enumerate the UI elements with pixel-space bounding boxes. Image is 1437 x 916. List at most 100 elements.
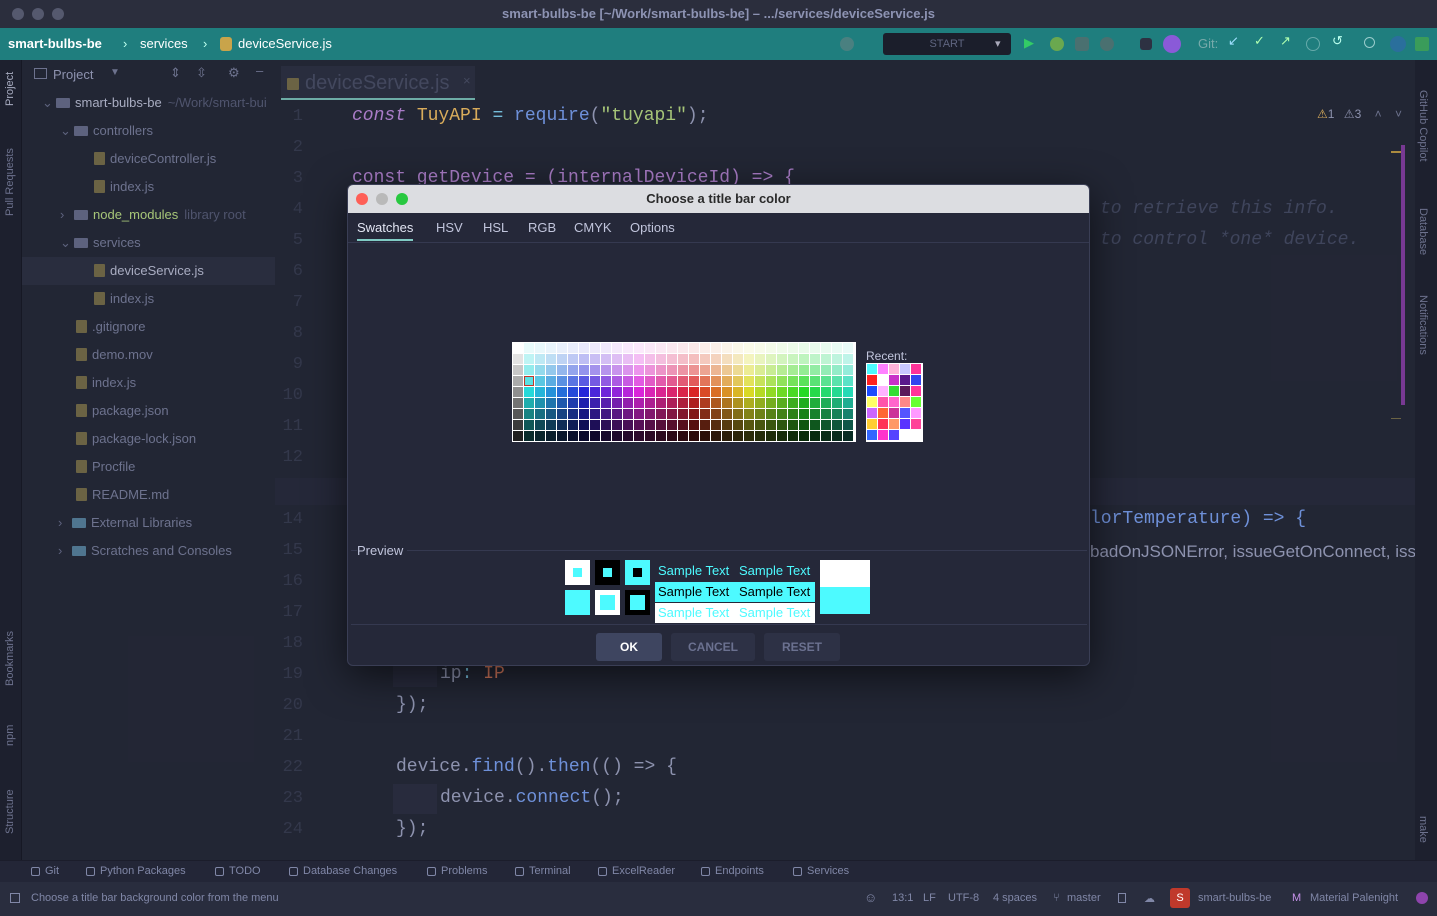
color-swatch[interactable]: [700, 376, 710, 386]
close-window-button[interactable]: [12, 8, 24, 20]
color-swatch[interactable]: [755, 365, 765, 375]
color-swatch[interactable]: [601, 365, 611, 375]
color-swatch[interactable]: [524, 343, 534, 353]
color-swatch[interactable]: [777, 431, 787, 441]
avatar[interactable]: [1163, 35, 1181, 53]
color-swatch[interactable]: [612, 420, 622, 430]
color-swatch[interactable]: [766, 376, 776, 386]
color-swatch[interactable]: [667, 387, 677, 397]
color-swatch[interactable]: [579, 376, 589, 386]
profile-icon[interactable]: [1100, 37, 1114, 51]
recent-color-swatch[interactable]: [889, 364, 899, 374]
color-swatch[interactable]: [535, 431, 545, 441]
reset-button[interactable]: RESET: [764, 633, 840, 661]
color-swatch[interactable]: [612, 387, 622, 397]
color-swatch[interactable]: [601, 409, 611, 419]
color-swatch[interactable]: [821, 420, 831, 430]
tool-window-terminal[interactable]: Terminal: [529, 865, 571, 877]
tab-hsl[interactable]: HSL: [483, 220, 508, 235]
color-swatch[interactable]: [524, 387, 534, 397]
color-swatch[interactable]: [788, 354, 798, 364]
color-swatch[interactable]: [524, 398, 534, 408]
color-swatch[interactable]: [513, 409, 523, 419]
color-swatch[interactable]: [524, 354, 534, 364]
color-swatch[interactable]: [832, 431, 842, 441]
color-swatch[interactable]: [832, 409, 842, 419]
recent-color-swatch[interactable]: [889, 408, 899, 418]
color-swatch[interactable]: [678, 387, 688, 397]
recent-color-swatch[interactable]: [889, 386, 899, 396]
color-swatch[interactable]: [689, 398, 699, 408]
recent-color-swatch[interactable]: [889, 430, 899, 440]
recent-color-swatch[interactable]: [867, 408, 877, 418]
color-swatch[interactable]: [634, 376, 644, 386]
color-swatch[interactable]: [810, 343, 820, 353]
color-swatch[interactable]: [722, 409, 732, 419]
color-swatch[interactable]: [656, 387, 666, 397]
color-swatch[interactable]: [645, 343, 655, 353]
color-swatch[interactable]: [513, 343, 523, 353]
recent-color-swatch[interactable]: [867, 419, 877, 429]
color-swatch[interactable]: [733, 365, 743, 375]
color-swatch[interactable]: [524, 409, 534, 419]
color-swatch[interactable]: [579, 365, 589, 375]
color-swatch[interactable]: [535, 409, 545, 419]
color-swatch[interactable]: [590, 387, 600, 397]
recent-color-swatch[interactable]: [878, 419, 888, 429]
color-swatch[interactable]: [788, 420, 798, 430]
color-swatch[interactable]: [590, 354, 600, 364]
dialog-minimize-button[interactable]: [376, 193, 388, 205]
color-swatch[interactable]: [656, 354, 666, 364]
tab-cmyk[interactable]: CMYK: [574, 220, 612, 235]
recent-color-swatch[interactable]: [900, 364, 910, 374]
color-swatch[interactable]: [843, 420, 853, 430]
color-swatch[interactable]: [634, 431, 644, 441]
color-swatch[interactable]: [722, 387, 732, 397]
color-swatch[interactable]: [777, 376, 787, 386]
search-icon[interactable]: [1364, 37, 1375, 48]
color-swatch[interactable]: [755, 398, 765, 408]
color-swatch[interactable]: [612, 365, 622, 375]
recent-color-swatch[interactable]: [878, 408, 888, 418]
theme-name[interactable]: Material Palenight: [1310, 892, 1398, 904]
color-swatch[interactable]: [744, 376, 754, 386]
color-swatch[interactable]: [799, 398, 809, 408]
project-name[interactable]: smart-bulbs-be: [1198, 892, 1271, 904]
color-swatch[interactable]: [590, 365, 600, 375]
color-swatch[interactable]: [579, 398, 589, 408]
color-swatch[interactable]: [700, 420, 710, 430]
color-swatch[interactable]: [810, 398, 820, 408]
recent-color-swatch[interactable]: [900, 375, 910, 385]
recent-color-swatch[interactable]: [911, 419, 921, 429]
tool-window-services[interactable]: Services: [807, 865, 849, 877]
git-branch[interactable]: master: [1067, 892, 1101, 904]
breadcrumb-file[interactable]: deviceService.js: [238, 36, 332, 51]
color-swatch[interactable]: [843, 354, 853, 364]
recent-color-swatch[interactable]: [867, 386, 877, 396]
color-swatch[interactable]: [733, 420, 743, 430]
color-swatch[interactable]: [766, 431, 776, 441]
color-swatch[interactable]: [645, 409, 655, 419]
color-swatch[interactable]: [590, 343, 600, 353]
color-swatch[interactable]: [535, 354, 545, 364]
color-swatch[interactable]: [744, 387, 754, 397]
debug-icon[interactable]: [1050, 37, 1064, 51]
color-swatch[interactable]: [832, 343, 842, 353]
color-swatch[interactable]: [656, 376, 666, 386]
color-swatch[interactable]: [744, 365, 754, 375]
color-swatch[interactable]: [810, 387, 820, 397]
color-swatch[interactable]: [535, 387, 545, 397]
recent-color-swatch[interactable]: [878, 364, 888, 374]
color-swatch[interactable]: [557, 431, 567, 441]
update-icon[interactable]: [1390, 36, 1406, 52]
recent-color-swatch[interactable]: [867, 375, 877, 385]
color-swatch[interactable]: [689, 420, 699, 430]
recent-color-swatch[interactable]: [867, 430, 877, 440]
color-swatch[interactable]: [623, 409, 633, 419]
color-swatch[interactable]: [722, 431, 732, 441]
color-swatch[interactable]: [634, 398, 644, 408]
tool-window-database-changes[interactable]: Database Changes: [303, 865, 397, 877]
recent-color-swatch[interactable]: [900, 397, 910, 407]
color-swatch[interactable]: [667, 431, 677, 441]
color-swatch[interactable]: [568, 376, 578, 386]
